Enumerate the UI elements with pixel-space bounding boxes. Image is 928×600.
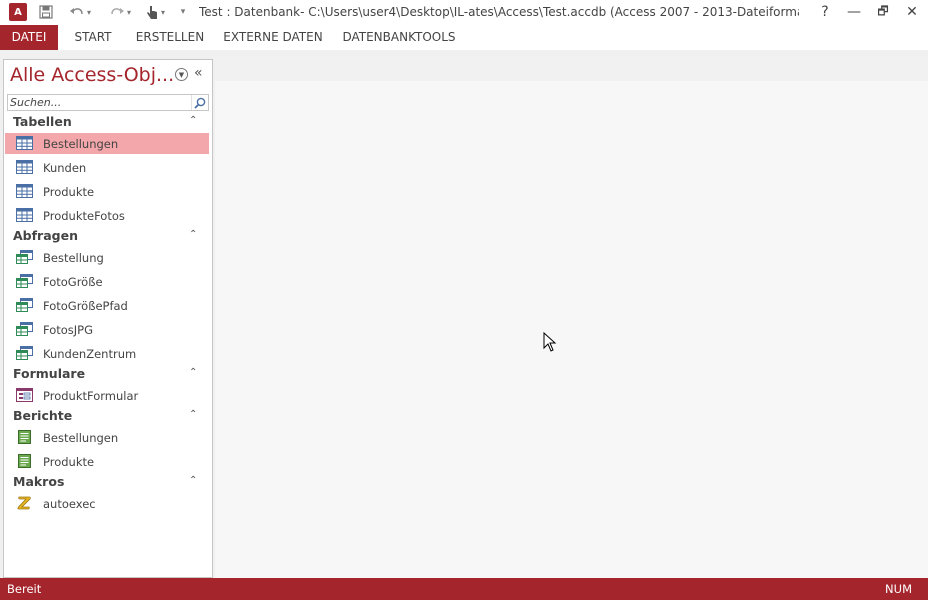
group-tabellen[interactable]: Tabellen ⌃ bbox=[4, 112, 212, 132]
macro-icon bbox=[17, 496, 31, 510]
nav-item-table-produktefotos[interactable]: ProdukteFotos bbox=[5, 205, 209, 226]
tab-externe-daten[interactable]: EXTERNE DATEN bbox=[221, 25, 325, 50]
item-label: ProdukteFotos bbox=[43, 209, 125, 223]
item-label: autoexec bbox=[43, 497, 96, 511]
nav-item-query-fotosjpg[interactable]: FotosJPG bbox=[5, 319, 209, 340]
status-text: Bereit bbox=[7, 582, 42, 596]
tab-erstellen[interactable]: ERSTELLEN bbox=[134, 25, 206, 50]
report-icon bbox=[18, 454, 31, 468]
group-label: Tabellen bbox=[13, 114, 72, 129]
nav-item-table-produkte[interactable]: Produkte bbox=[5, 181, 209, 202]
redo-icon[interactable]: ▾ bbox=[105, 2, 135, 22]
access-app-icon[interactable]: A bbox=[9, 3, 27, 21]
collapse-group-icon[interactable]: ⌃ bbox=[189, 409, 197, 420]
help-button[interactable]: ? bbox=[814, 2, 836, 22]
nav-item-query-fotogroesse[interactable]: FotoGröße bbox=[5, 271, 209, 292]
query-icon bbox=[16, 298, 33, 312]
group-abfragen[interactable]: Abfragen ⌃ bbox=[4, 226, 212, 246]
item-label: FotoGrößePfad bbox=[43, 299, 128, 313]
window-title: Test : Datenbank- C:\Users\user4\Desktop… bbox=[199, 5, 799, 19]
num-lock-indicator: NUM bbox=[885, 582, 912, 596]
restore-button[interactable]: 🗗 bbox=[872, 2, 894, 22]
tab-datenbanktools[interactable]: DATENBANKTOOLS bbox=[339, 25, 459, 50]
group-label: Abfragen bbox=[13, 228, 78, 243]
group-makros[interactable]: Makros ⌃ bbox=[4, 472, 212, 492]
item-label: FotosJPG bbox=[43, 323, 94, 337]
status-bar: Bereit NUM bbox=[0, 578, 928, 600]
item-label: Bestellungen bbox=[43, 137, 119, 151]
group-label: Makros bbox=[13, 474, 65, 489]
customize-qat-icon[interactable]: ▾ bbox=[177, 2, 189, 22]
item-label: ProduktFormular bbox=[43, 389, 139, 403]
search-input[interactable] bbox=[10, 95, 190, 110]
tab-start[interactable]: START bbox=[66, 25, 120, 50]
nav-item-query-fotogroessepfad[interactable]: FotoGrößePfad bbox=[5, 295, 209, 316]
item-label: FotoGröße bbox=[43, 275, 103, 289]
nav-item-table-kunden[interactable]: Kunden bbox=[5, 157, 209, 178]
collapse-group-icon[interactable]: ⌃ bbox=[189, 229, 197, 240]
item-label: Bestellungen bbox=[43, 431, 119, 445]
tab-datei[interactable]: DATEI bbox=[0, 25, 58, 50]
minimize-button[interactable]: — bbox=[843, 2, 865, 22]
navigation-pane: Alle Access-Obj... ▼ « Tabellen ⌃ Bestel… bbox=[3, 59, 213, 578]
ribbon-tabs: DATEI START ERSTELLEN EXTERNE DATEN DATE… bbox=[0, 25, 928, 50]
query-icon bbox=[16, 250, 33, 264]
item-label: Produkte bbox=[43, 185, 95, 199]
close-button[interactable]: ✕ bbox=[901, 2, 923, 22]
group-label: Formulare bbox=[13, 366, 86, 381]
group-formulare[interactable]: Formulare ⌃ bbox=[4, 364, 212, 384]
nav-item-form-produktformular[interactable]: ProduktFormular bbox=[5, 385, 209, 406]
table-icon bbox=[16, 208, 33, 222]
item-label: KundenZentrum bbox=[43, 347, 137, 361]
undo-icon[interactable]: ▾ bbox=[65, 2, 95, 22]
nav-item-table-bestellungen[interactable]: Bestellungen bbox=[5, 133, 209, 154]
collapse-group-icon[interactable]: ⌃ bbox=[189, 367, 197, 378]
nav-item-macro-autoexec[interactable]: autoexec bbox=[5, 493, 209, 514]
nav-item-report-bestellungen[interactable]: Bestellungen bbox=[5, 427, 209, 448]
nav-item-query-bestellung[interactable]: Bestellung bbox=[5, 247, 209, 268]
touch-mode-icon[interactable]: ▾ bbox=[140, 2, 170, 22]
group-berichte[interactable]: Berichte ⌃ bbox=[4, 406, 212, 426]
collapse-group-icon[interactable]: ⌃ bbox=[189, 115, 197, 126]
report-icon bbox=[18, 430, 31, 444]
document-tab-strip bbox=[215, 57, 928, 81]
save-icon[interactable] bbox=[37, 2, 55, 22]
collapse-pane-icon[interactable]: « bbox=[194, 65, 203, 81]
table-icon bbox=[16, 136, 33, 150]
nav-pane-menu-icon[interactable]: ▼ bbox=[175, 68, 188, 81]
group-label: Berichte bbox=[13, 408, 73, 423]
nav-item-query-kundenzentrum[interactable]: KundenZentrum bbox=[5, 343, 209, 364]
collapse-group-icon[interactable]: ⌃ bbox=[189, 475, 197, 486]
item-label: Bestellung bbox=[43, 251, 104, 265]
document-area[interactable] bbox=[215, 57, 928, 578]
item-label: Kunden bbox=[43, 161, 87, 175]
nav-search bbox=[7, 94, 209, 111]
nav-pane-title[interactable]: Alle Access-Obj... bbox=[10, 64, 174, 86]
query-icon bbox=[16, 346, 33, 360]
nav-item-report-produkte[interactable]: Produkte bbox=[5, 451, 209, 472]
table-icon bbox=[16, 184, 33, 198]
query-icon bbox=[16, 322, 33, 336]
form-icon bbox=[16, 388, 33, 402]
table-icon bbox=[16, 160, 33, 174]
mouse-cursor-icon bbox=[543, 332, 557, 352]
item-label: Produkte bbox=[43, 455, 95, 469]
search-icon[interactable] bbox=[191, 95, 208, 110]
title-bar: A ▾ ▾ ▾ ▾ Test : Datenbank- C:\Users\use… bbox=[0, 0, 928, 25]
query-icon bbox=[16, 274, 33, 288]
